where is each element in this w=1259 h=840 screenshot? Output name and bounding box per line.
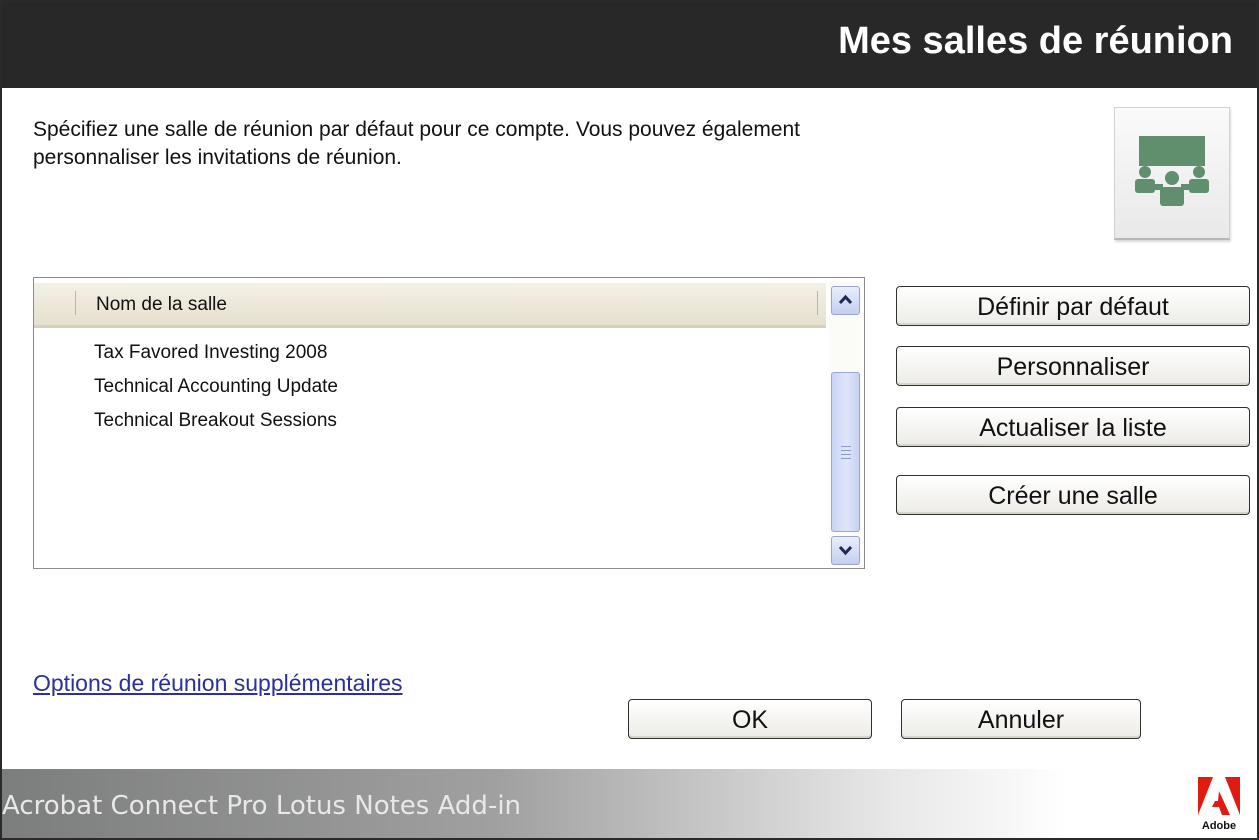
instructions-text: Spécifiez une salle de réunion par défau…	[33, 118, 801, 169]
column-divider	[817, 291, 818, 315]
chevron-down-icon	[838, 545, 853, 556]
adobe-logo-icon: Adobe	[1196, 775, 1242, 833]
footer-bar: Acrobat Connect Pro Lotus Notes Add-in A…	[2, 769, 1257, 838]
list-item[interactable]: Tax Favored Investing 2008	[34, 336, 826, 370]
more-meeting-options-link[interactable]: Options de réunion supplémentaires	[33, 670, 403, 697]
room-list[interactable]: Nom de la salle Tax Favored Investing 20…	[33, 277, 865, 569]
scroll-grip-line	[841, 458, 851, 459]
list-item[interactable]: Technical Breakout Sessions	[34, 404, 826, 438]
list-item[interactable]: Technical Accounting Update	[34, 370, 826, 404]
meeting-room-icon	[1114, 107, 1230, 240]
ok-button[interactable]: OK	[628, 699, 872, 739]
vertical-scrollbar[interactable]	[829, 281, 861, 565]
product-name: Acrobat Connect Pro Lotus Notes Add-in	[2, 791, 522, 821]
refresh-list-button[interactable]: Actualiser la liste	[896, 407, 1250, 447]
scroll-grip-line	[841, 446, 851, 447]
chevron-up-icon	[838, 294, 853, 305]
dialog-title: Mes salles de réunion	[838, 20, 1233, 62]
column-divider	[75, 291, 76, 315]
scroll-up-button[interactable]	[831, 286, 860, 315]
scroll-thumb[interactable]	[831, 372, 860, 532]
meeting-rooms-dialog: Mes salles de réunion Spécifiez une sall…	[0, 0, 1259, 840]
room-rows: Tax Favored Investing 2008 Technical Acc…	[34, 336, 826, 438]
dialog-header: Mes salles de réunion	[2, 2, 1257, 88]
cancel-button[interactable]: Annuler	[901, 699, 1141, 739]
svg-text:Adobe: Adobe	[1202, 820, 1236, 832]
scroll-grip-line	[841, 450, 851, 451]
set-default-button[interactable]: Définir par défaut	[896, 286, 1250, 326]
scroll-down-button[interactable]	[831, 536, 860, 565]
customize-button[interactable]: Personnaliser	[896, 346, 1250, 386]
column-header[interactable]: Nom de la salle	[34, 283, 826, 328]
column-header-label: Nom de la salle	[96, 294, 227, 315]
scroll-grip-line	[841, 454, 851, 455]
create-room-button[interactable]: Créer une salle	[896, 475, 1250, 515]
